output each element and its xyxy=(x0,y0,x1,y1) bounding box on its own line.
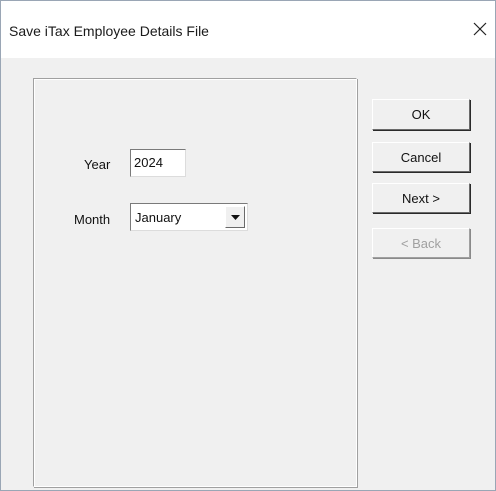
month-label: Month xyxy=(74,212,111,227)
year-label: Year xyxy=(84,157,111,172)
year-field-box[interactable] xyxy=(130,149,186,177)
ok-button[interactable]: OK xyxy=(372,99,470,130)
cancel-button[interactable]: Cancel xyxy=(372,142,470,172)
close-button[interactable] xyxy=(465,11,495,47)
window-title: Save iTax Employee Details File xyxy=(9,23,209,39)
year-input[interactable] xyxy=(131,150,184,170)
dialog-client-area: Year Month January OK Cancel Next > < Ba… xyxy=(1,58,495,490)
dialog-window: Save iTax Employee Details File Year Mon… xyxy=(0,0,496,491)
triangle-down-icon xyxy=(230,214,240,220)
month-dropdown-button[interactable] xyxy=(225,206,245,228)
month-selected-value: January xyxy=(135,210,182,225)
close-icon xyxy=(473,22,487,36)
next-button[interactable]: Next > xyxy=(372,183,470,213)
month-select[interactable]: January xyxy=(130,203,248,231)
back-button[interactable]: < Back xyxy=(372,228,470,258)
title-bar: Save iTax Employee Details File xyxy=(1,1,495,58)
details-panel: Year Month January xyxy=(33,78,357,487)
